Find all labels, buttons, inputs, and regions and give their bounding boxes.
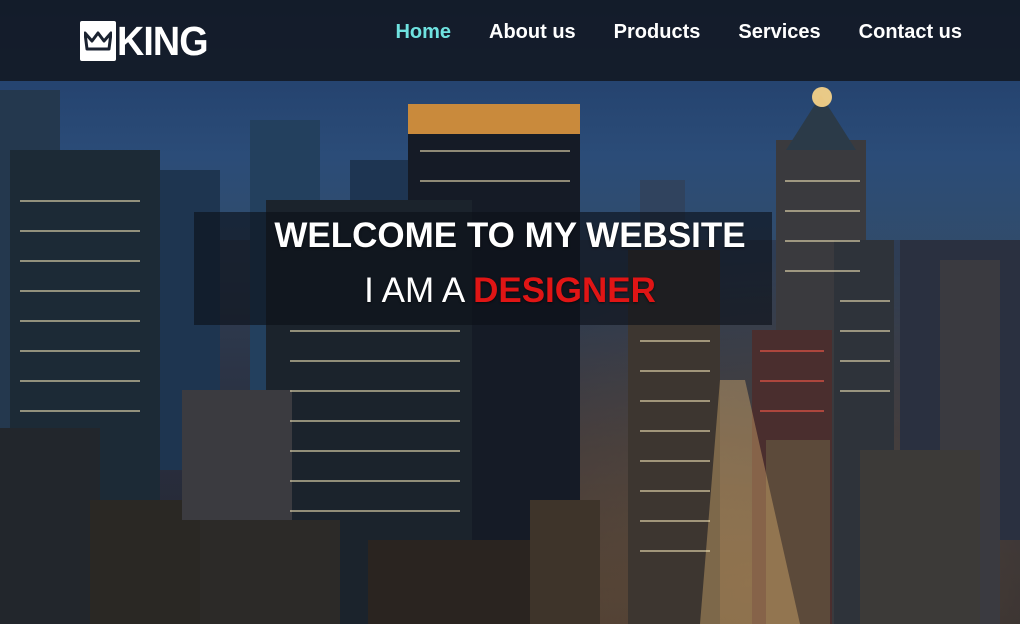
top-navigation-bar: KING Home About us Products Services Con… [0, 0, 1020, 81]
nav-item-contact-us[interactable]: Contact us [859, 21, 962, 44]
nav-item-products[interactable]: Products [614, 21, 701, 44]
nav-item-home[interactable]: Home [395, 21, 451, 44]
logo-text: KING [117, 18, 209, 64]
nav-item-services[interactable]: Services [738, 21, 820, 44]
subline-prefix: I AM A [364, 271, 464, 310]
site-logo[interactable]: KING [80, 19, 216, 63]
subline-highlight-word: DESIGNER [473, 271, 656, 310]
welcome-headline: WELCOME TO MY WEBSITE [274, 216, 746, 255]
welcome-subline: I AM A DESIGNER [0, 271, 1020, 311]
nav-item-about-us[interactable]: About us [489, 21, 576, 44]
main-nav: Home About us Products Services Contact … [357, 0, 962, 64]
crown-icon [80, 21, 116, 61]
